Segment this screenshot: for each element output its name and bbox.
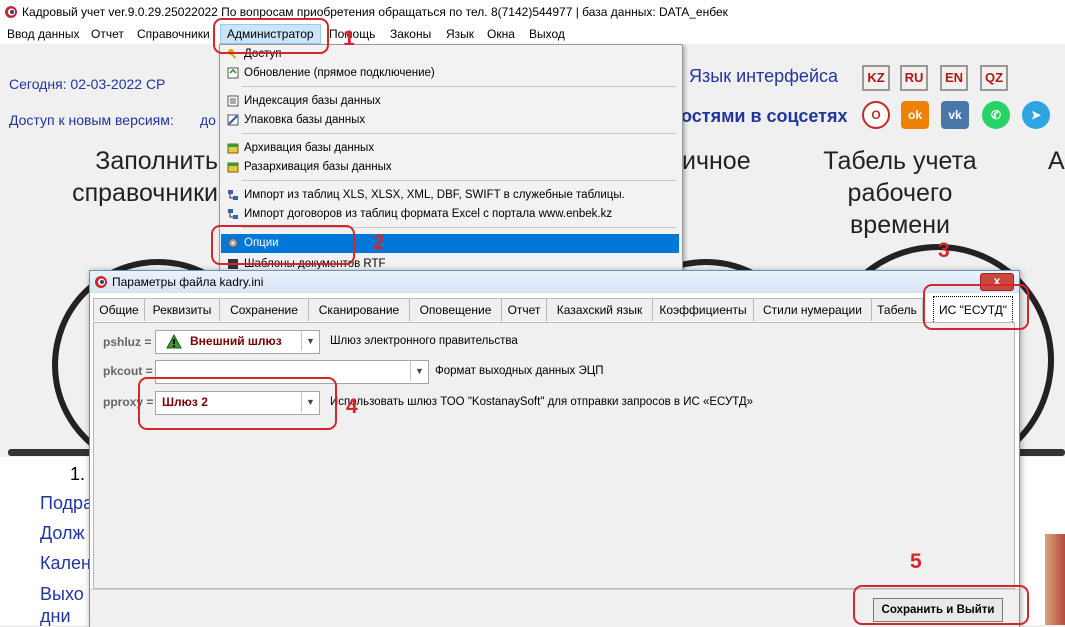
annotation-number: 3 (938, 239, 950, 262)
lang-en-button[interactable]: EN (940, 65, 968, 91)
menu-language[interactable]: Язык (446, 27, 474, 41)
unarchive-icon (227, 162, 239, 173)
pack-icon (227, 114, 239, 126)
tab-saving[interactable]: Сохранение (219, 298, 309, 321)
menu-item-pack[interactable]: Упаковка базы данных (221, 111, 679, 130)
tile-fill-line1[interactable]: Заполнить (70, 145, 218, 177)
annotation-frame-esutd-tab (923, 284, 1029, 330)
tab-report[interactable]: Отчет (501, 298, 547, 321)
tab-requisites[interactable]: Реквизиты (144, 298, 220, 321)
list-item[interactable]: Выхо (40, 584, 84, 605)
tab-coefficients[interactable]: Коэффициенты (652, 298, 754, 321)
tab-general[interactable]: Общие (93, 298, 145, 321)
menu-item-archive[interactable]: Архивация базы данных (221, 139, 679, 158)
social-label: остями в соцсетях (681, 106, 848, 126)
pshluz-label: pshluz = (103, 335, 152, 349)
annotation-frame-administrator (213, 18, 329, 54)
menu-bar: Ввод данных Отчет Справочники Администра… (0, 24, 1065, 45)
index-icon (227, 95, 239, 107)
tile-tabel-line2[interactable]: рабочего (800, 177, 1000, 209)
tile-personal[interactable]: ичное (682, 145, 751, 177)
tab-notification[interactable]: Оповещение (409, 298, 502, 321)
pproxy-description: Использовать шлюз ТОО "KostanaySoft" для… (330, 396, 754, 408)
app-logo-icon (5, 6, 17, 18)
annotation-number: 2 (373, 231, 385, 254)
tab-tabel[interactable]: Табель (871, 298, 923, 321)
warning-icon (166, 334, 182, 349)
annotation-frame-pproxy (138, 377, 337, 430)
pkcout-label: pkcout = (103, 364, 153, 378)
menu-item-indexing[interactable]: Индексация базы данных (221, 92, 679, 111)
archive-icon (227, 143, 239, 154)
photo-fragment (1045, 534, 1065, 625)
tile-tabel-line1[interactable]: Табель учета (800, 145, 1000, 177)
new-versions-link[interactable]: до (200, 112, 216, 128)
menu-input-data[interactable]: Ввод данных (7, 27, 80, 41)
menu-separator (242, 180, 676, 181)
pshluz-description: Шлюз электронного правительства (330, 335, 518, 347)
pkcout-description: Формат выходных данных ЭЦП (435, 365, 604, 377)
annotation-number: 4 (346, 395, 358, 418)
dialog-title: Параметры файла kadry.ini (112, 275, 264, 289)
menu-item-import-contracts[interactable]: Импорт договоров из таблиц формата Excel… (221, 205, 679, 224)
menu-separator (242, 86, 676, 87)
tab-scanning[interactable]: Сканирование (308, 298, 410, 321)
chevron-down-icon[interactable]: ▼ (410, 361, 428, 381)
whatsapp-icon[interactable]: ✆ (982, 101, 1010, 129)
list-item[interactable]: Кален (40, 553, 91, 574)
lang-qz-button[interactable]: QZ (980, 65, 1008, 91)
menu-references[interactable]: Справочники (137, 27, 210, 41)
lang-ru-button[interactable]: RU (900, 65, 928, 91)
menu-laws[interactable]: Законы (390, 27, 431, 41)
import-icon (228, 209, 238, 219)
telegram-icon[interactable]: ➤ (1022, 101, 1050, 129)
new-versions-label: Доступ к новым версиям: (9, 112, 174, 128)
app-logo-icon (95, 276, 107, 288)
opera-icon[interactable]: O (862, 101, 890, 129)
list-number: 1. (70, 464, 86, 484)
interface-language-label: Язык интерфейса (689, 66, 839, 86)
annotation-frame-save (853, 585, 1029, 625)
menu-separator (242, 133, 676, 134)
annotation-number: 5 (910, 550, 922, 573)
tile-fill-line2[interactable]: справочники (70, 177, 218, 209)
today-date: Сегодня: 02-03-2022 СР (9, 76, 166, 92)
list-item[interactable]: Долж (40, 523, 85, 544)
menu-item-unarchive[interactable]: Разархивация базы данных (221, 158, 679, 177)
vk-icon[interactable]: vk (941, 101, 969, 129)
lang-kz-button[interactable]: KZ (862, 65, 890, 91)
odnoklassniki-icon[interactable]: ok (901, 101, 929, 129)
tab-kazakh-language[interactable]: Казахский язык (546, 298, 653, 321)
chevron-down-icon[interactable]: ▼ (301, 331, 319, 351)
update-icon (227, 67, 239, 79)
import-icon (228, 190, 238, 200)
tab-numbering-styles[interactable]: Стили нумерации (753, 298, 872, 321)
menu-windows[interactable]: Окна (487, 27, 515, 41)
menu-exit[interactable]: Выход (529, 27, 565, 41)
list-item[interactable]: Подра (40, 493, 93, 514)
pshluz-select[interactable]: Внешний шлюз ▼ (155, 330, 320, 354)
dialog-tabs: Общие Реквизиты Сохранение Сканирование … (90, 296, 1019, 324)
annotation-frame-options (211, 225, 355, 265)
menu-item-update[interactable]: Обновление (прямое подключение) (221, 64, 679, 83)
pshluz-value: Внешний шлюз (190, 334, 282, 348)
dialog-title-bar: Параметры файла kadry.ini x (90, 271, 1019, 293)
menu-report[interactable]: Отчет (91, 27, 124, 41)
annotation-number: 1 (343, 27, 355, 50)
tile-right-partial[interactable]: А (1048, 145, 1065, 177)
window-title: Кадровый учет ver.9.0.29.25022022 По воп… (22, 5, 728, 19)
list-item[interactable]: дни (40, 606, 71, 627)
tab-panel-esutd: pshluz = Внешний шлюз ▼ Шлюз электронног… (93, 322, 1015, 589)
tile-tabel-line3[interactable]: времени (800, 209, 1000, 241)
title-bar: Кадровый учет ver.9.0.29.25022022 По воп… (0, 0, 1065, 24)
menu-item-import-tables[interactable]: Импорт из таблиц XLS, XLSX, XML, DBF, SW… (221, 186, 679, 205)
settings-dialog: Параметры файла kadry.ini x Общие Реквиз… (89, 270, 1020, 627)
